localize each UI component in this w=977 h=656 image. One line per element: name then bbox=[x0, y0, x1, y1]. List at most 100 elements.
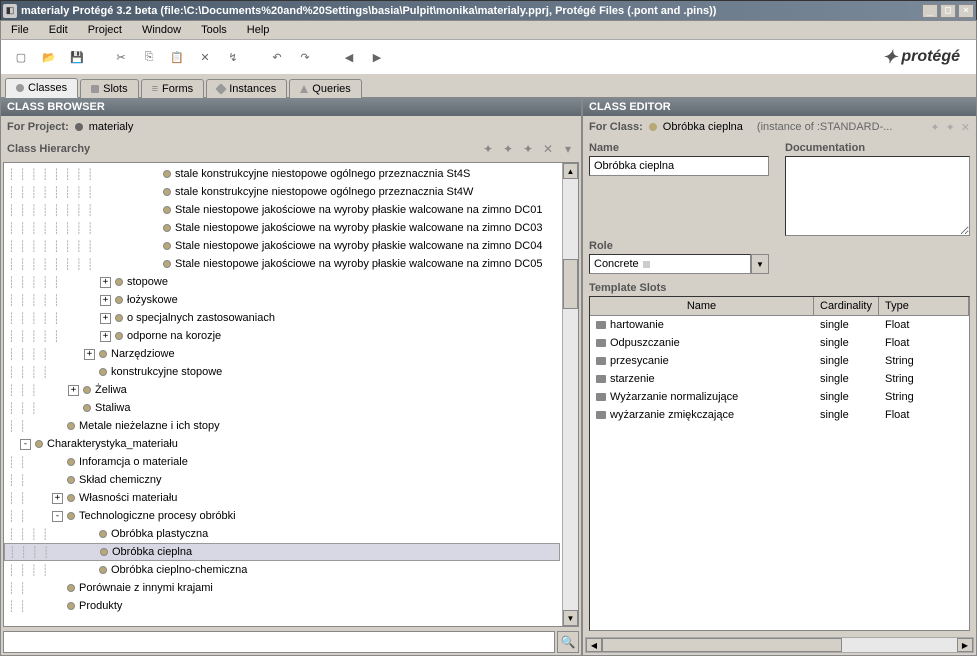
collapse-icon[interactable]: - bbox=[52, 511, 63, 522]
logo-icon: ✦ bbox=[882, 47, 897, 68]
copy-button[interactable]: ⎘ bbox=[137, 45, 161, 69]
column-cardinality[interactable]: Cardinality bbox=[814, 297, 879, 315]
table-row[interactable]: przesycaniesingleString bbox=[590, 352, 969, 370]
class-editor-header: CLASS EDITOR bbox=[583, 98, 976, 116]
scroll-thumb[interactable] bbox=[563, 259, 578, 309]
tree-tool-3[interactable]: ✦ bbox=[521, 142, 535, 156]
save-button[interactable]: 💾 bbox=[65, 45, 89, 69]
tree-node[interactable]: ┊ ┊ ┊ ┊ ┊ +o specjalnych zastosowaniach bbox=[4, 309, 578, 327]
slot-icon bbox=[596, 375, 606, 383]
tab-queries[interactable]: Queries bbox=[289, 79, 362, 98]
menu-window[interactable]: Window bbox=[136, 22, 187, 38]
column-name[interactable]: Name bbox=[590, 297, 814, 315]
name-input[interactable] bbox=[589, 156, 769, 176]
slots-table: Name Cardinality Type hartowaniesingleFl… bbox=[589, 296, 970, 631]
tree-node[interactable]: ┊ ┊ Inforamcja o materiale bbox=[4, 453, 578, 471]
tree-node[interactable]: ┊ ┊ ┊ ┊ ┊ ┊ ┊ ┊ Stale niestopowe jakości… bbox=[4, 201, 578, 219]
tree-node[interactable]: ┊ ┊ Metale nieżelazne i ich stopy bbox=[4, 417, 578, 435]
table-row[interactable]: Wyżarzanie normalizującesingleString bbox=[590, 388, 969, 406]
horizontal-scrollbar[interactable]: ◀ ▶ bbox=[585, 637, 974, 653]
class-bullet-icon bbox=[649, 123, 657, 131]
menu-project[interactable]: Project bbox=[82, 22, 128, 38]
search-button[interactable]: 🔍 bbox=[557, 631, 579, 653]
collapse-icon[interactable]: - bbox=[20, 439, 31, 450]
role-select[interactable]: Concrete bbox=[589, 254, 751, 274]
forward-button[interactable]: ▶ bbox=[365, 45, 389, 69]
cut-button[interactable]: ✂ bbox=[109, 45, 133, 69]
tree-tool-2[interactable]: ✦ bbox=[501, 142, 515, 156]
class-browser-panel: CLASS BROWSER For Project: materialy Cla… bbox=[1, 98, 583, 655]
back-button[interactable]: ◀ bbox=[337, 45, 361, 69]
new-button[interactable]: ▢ bbox=[9, 45, 33, 69]
vertical-scrollbar[interactable]: ▲ ▼ bbox=[562, 163, 578, 626]
search-input[interactable] bbox=[3, 631, 555, 653]
paste-button[interactable]: 📋 bbox=[165, 45, 189, 69]
tree-node[interactable]: ┊ ┊ Porównaie z innymi krajami bbox=[4, 579, 578, 597]
menu-tools[interactable]: Tools bbox=[195, 22, 233, 38]
tab-instances[interactable]: Instances bbox=[206, 79, 287, 98]
minimize-button[interactable]: _ bbox=[922, 4, 938, 18]
tree-tool-menu[interactable]: ▾ bbox=[561, 142, 575, 156]
expand-icon[interactable]: + bbox=[100, 313, 111, 324]
tree-node[interactable]: ┊ ┊ ┊ ┊ ┊ ┊ ┊ ┊ Stale niestopowe jakości… bbox=[4, 219, 578, 237]
undo-button[interactable]: ↶ bbox=[265, 45, 289, 69]
table-row[interactable]: OdpuszczaniesingleFloat bbox=[590, 334, 969, 352]
editor-tool-2[interactable]: ✦ bbox=[946, 121, 955, 134]
role-dropdown-button[interactable]: ▼ bbox=[751, 254, 769, 274]
tree-tool-1[interactable]: ✦ bbox=[481, 142, 495, 156]
tree-node[interactable]: ┊ ┊ ┊ ┊ ┊ ┊ ┊ ┊ Stale niestopowe jakości… bbox=[4, 237, 578, 255]
tab-slots[interactable]: Slots bbox=[80, 79, 138, 98]
table-row[interactable]: starzeniesingleString bbox=[590, 370, 969, 388]
expand-icon[interactable]: + bbox=[52, 493, 63, 504]
tree-node[interactable]: ┊ ┊ +Własności materiału bbox=[4, 489, 578, 507]
close-button[interactable]: × bbox=[958, 4, 974, 18]
archive-button[interactable]: ✕ bbox=[193, 45, 217, 69]
tree-node[interactable]: ┊ ┊ ┊ ┊ konstrukcyjne stopowe bbox=[4, 363, 578, 381]
tree-node[interactable]: ┊ ┊ ┊ ┊ Obróbka cieplno-chemiczna bbox=[4, 561, 578, 579]
menu-file[interactable]: File bbox=[5, 22, 35, 38]
delete-button[interactable]: ↯ bbox=[221, 45, 245, 69]
tree-node[interactable]: ┊ ┊ ┊ +Żeliwa bbox=[4, 381, 578, 399]
tab-forms[interactable]: ≡Forms bbox=[141, 79, 205, 98]
hscroll-thumb[interactable] bbox=[602, 638, 842, 652]
scroll-up-button[interactable]: ▲ bbox=[563, 163, 578, 179]
tree-node[interactable]: ┊ ┊ ┊ ┊ ┊ ┊ ┊ ┊ Stale niestopowe jakości… bbox=[4, 255, 578, 273]
tree-node[interactable]: ┊ ┊ ┊ ┊ ┊ ┊ ┊ ┊ stale konstrukcyjne nies… bbox=[4, 183, 578, 201]
open-button[interactable]: 📂 bbox=[37, 45, 61, 69]
maximize-button[interactable]: □ bbox=[940, 4, 956, 18]
tree-node[interactable]: ┊ ┊ Skład chemiczny bbox=[4, 471, 578, 489]
expand-icon[interactable]: + bbox=[84, 349, 95, 360]
tree-node[interactable]: -Charakterystyka_materiału bbox=[4, 435, 578, 453]
expand-icon[interactable]: + bbox=[100, 295, 111, 306]
tree-node[interactable]: ┊ ┊ Produkty bbox=[4, 597, 578, 615]
editor-tool-1[interactable]: ✦ bbox=[930, 121, 939, 134]
tree-node[interactable]: ┊ ┊ ┊ ┊ ┊ +łożyskowe bbox=[4, 291, 578, 309]
table-row[interactable]: hartowaniesingleFloat bbox=[590, 316, 969, 334]
documentation-textarea[interactable] bbox=[785, 156, 970, 236]
table-row[interactable]: wyżarzanie zmiękczającesingleFloat bbox=[590, 406, 969, 424]
expand-icon[interactable]: + bbox=[100, 331, 111, 342]
column-type[interactable]: Type bbox=[879, 297, 969, 315]
editor-tool-close[interactable]: ✕ bbox=[961, 121, 970, 134]
hscroll-left-button[interactable]: ◀ bbox=[586, 638, 602, 652]
redo-button[interactable]: ↷ bbox=[293, 45, 317, 69]
tree-tool-4[interactable]: ✕ bbox=[541, 142, 555, 156]
scroll-down-button[interactable]: ▼ bbox=[563, 610, 578, 626]
tree-node-label: Produkty bbox=[79, 600, 122, 612]
class-icon bbox=[115, 332, 123, 340]
expand-icon[interactable]: + bbox=[100, 277, 111, 288]
menu-edit[interactable]: Edit bbox=[43, 22, 74, 38]
tree-node[interactable]: ┊ ┊ ┊ ┊ Obróbka plastyczna bbox=[4, 525, 578, 543]
menu-help[interactable]: Help bbox=[241, 22, 276, 38]
tab-classes[interactable]: Classes bbox=[5, 78, 78, 98]
class-tree[interactable]: ┊ ┊ ┊ ┊ ┊ ┊ ┊ ┊ stale konstrukcyjne nies… bbox=[4, 163, 578, 617]
tree-node[interactable]: ┊ ┊ ┊ ┊ +Narzędziowe bbox=[4, 345, 578, 363]
expand-icon[interactable]: + bbox=[68, 385, 79, 396]
tree-node[interactable]: ┊ ┊ ┊ Staliwa bbox=[4, 399, 578, 417]
hscroll-right-button[interactable]: ▶ bbox=[957, 638, 973, 652]
tree-node[interactable]: ┊ ┊ -Technologiczne procesy obróbki bbox=[4, 507, 578, 525]
tree-node[interactable]: ┊ ┊ ┊ ┊ ┊ ┊ ┊ ┊ stale konstrukcyjne nies… bbox=[4, 165, 578, 183]
tree-node[interactable]: ┊ ┊ ┊ ┊ ┊ +stopowe bbox=[4, 273, 578, 291]
tree-node[interactable]: ┊ ┊ ┊ ┊ Obróbka cieplna bbox=[4, 543, 560, 561]
tree-node[interactable]: ┊ ┊ ┊ ┊ ┊ +odporne na korozje bbox=[4, 327, 578, 345]
